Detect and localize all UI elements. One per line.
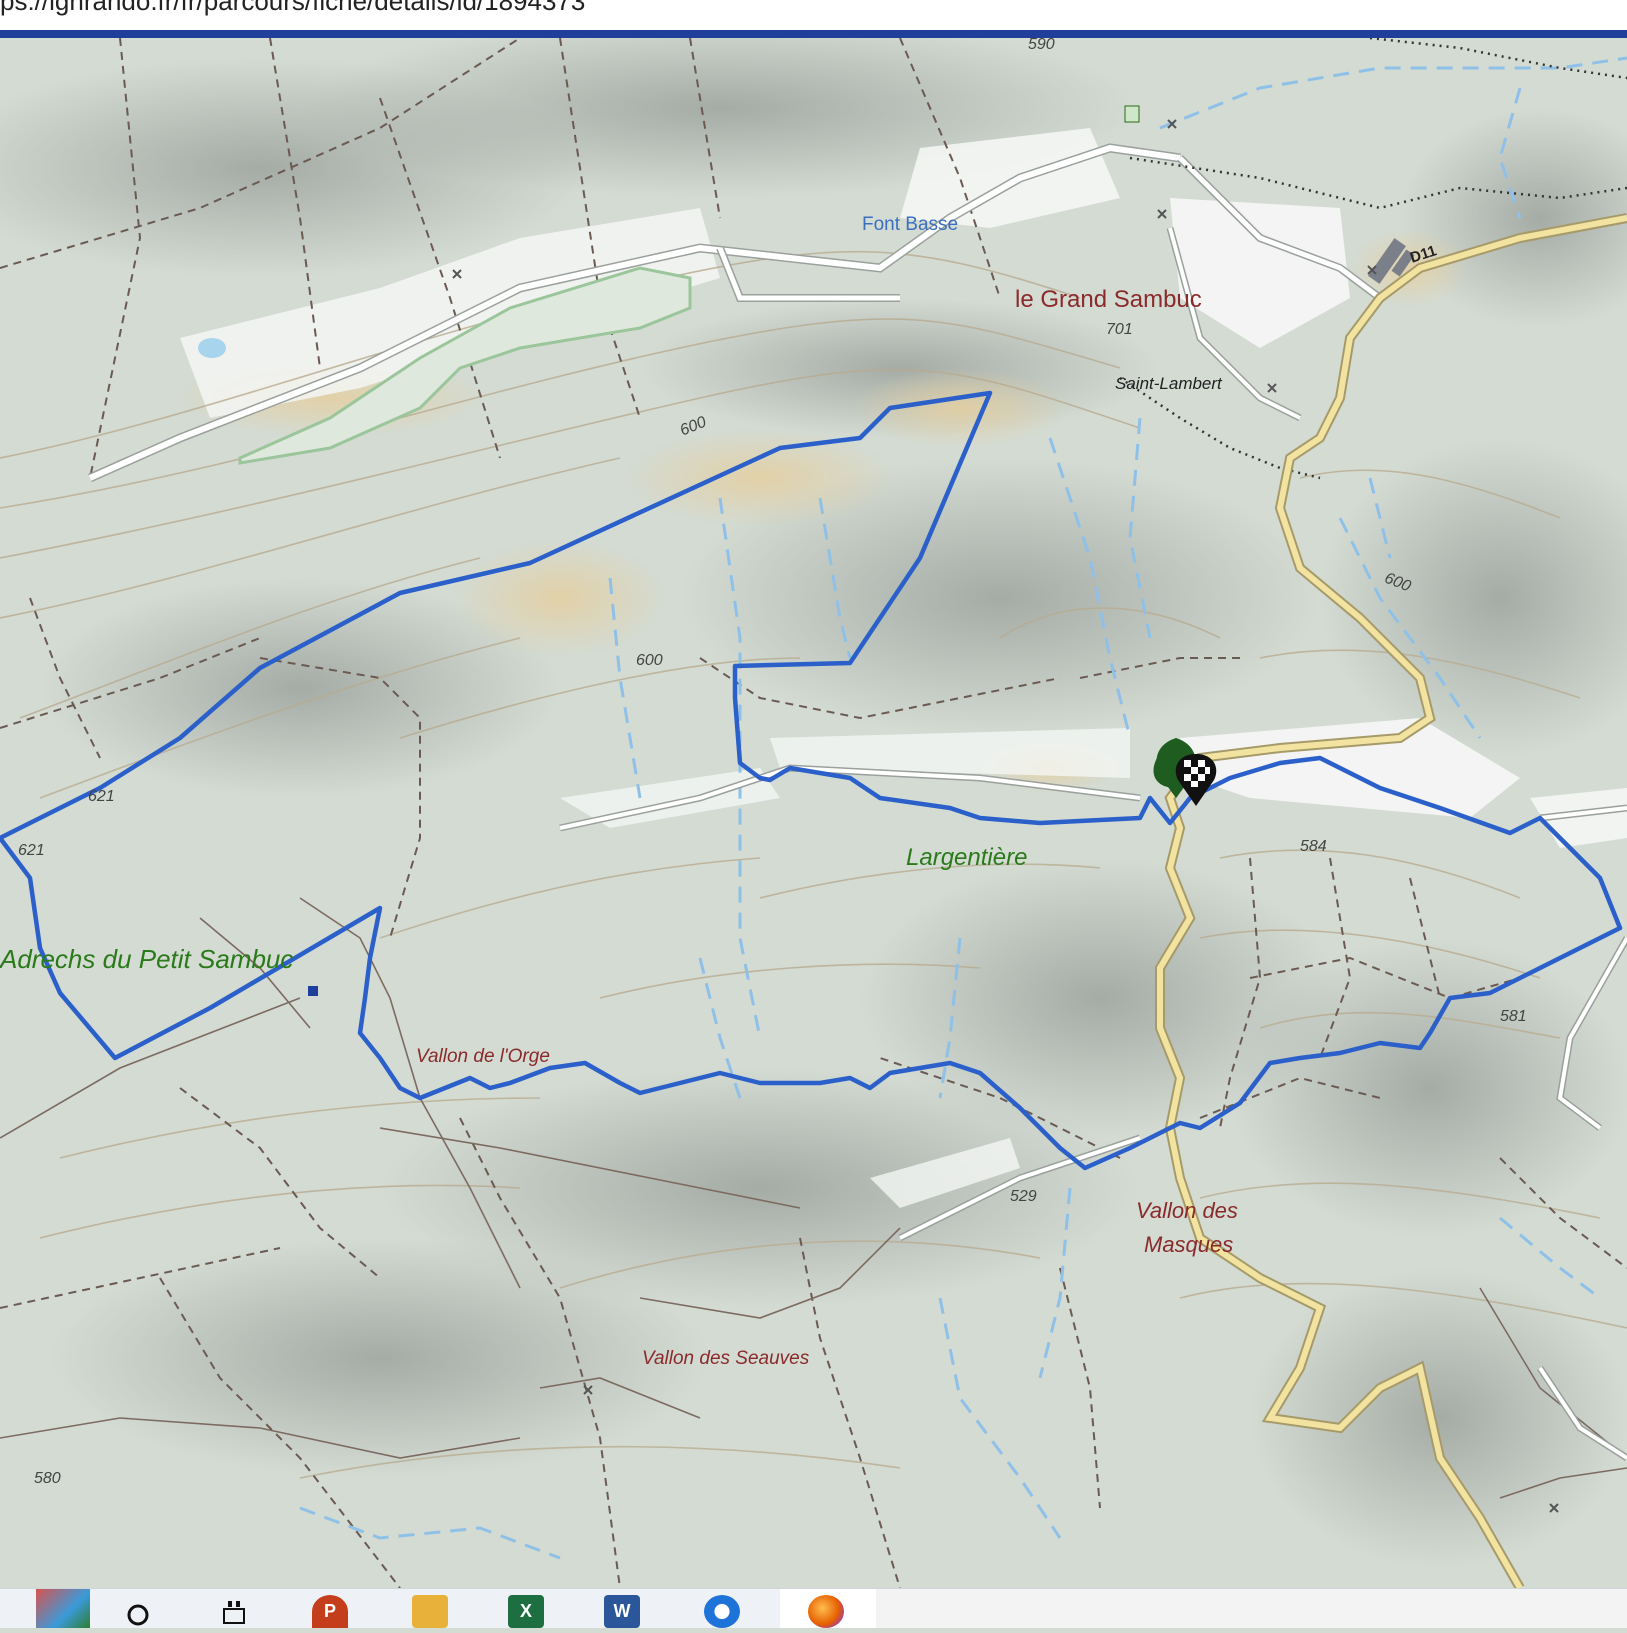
label-adrechs-petit-sambuc: Adrechs du Petit Sambuc bbox=[0, 944, 294, 974]
label-largentiere: Largentière bbox=[906, 844, 1028, 871]
task-view-icon[interactable] bbox=[216, 1595, 252, 1628]
label-vallon-des-masques-1: Vallon des bbox=[1136, 1198, 1238, 1223]
firefox-icon[interactable] bbox=[808, 1595, 844, 1628]
address-url-text[interactable]: ps://ignrando.fr/fr/parcours/fiche/detai… bbox=[0, 0, 585, 17]
pond bbox=[198, 338, 226, 358]
address-bar[interactable]: ps://ignrando.fr/fr/parcours/fiche/detai… bbox=[0, 0, 1627, 30]
address-bar-underline bbox=[0, 30, 1627, 38]
elev-529: 529 bbox=[1010, 1188, 1037, 1205]
elev-584: 584 bbox=[1300, 838, 1327, 855]
elev-701: 701 bbox=[1106, 321, 1133, 338]
elev-621-a: 621 bbox=[88, 788, 115, 805]
label-saint-lambert: Saint-Lambert bbox=[1115, 374, 1222, 393]
powerpoint-icon[interactable]: P bbox=[312, 1595, 348, 1628]
elev-590: 590 bbox=[1028, 38, 1055, 53]
start-app-icon[interactable] bbox=[36, 1589, 90, 1628]
word-icon[interactable]: W bbox=[604, 1595, 640, 1628]
label-font-basse: Font Basse bbox=[862, 214, 959, 235]
browser-edge-icon[interactable] bbox=[704, 1595, 740, 1628]
elev-621-b: 621 bbox=[18, 842, 45, 859]
label-vallon-des-masques-2: Masques bbox=[1144, 1232, 1234, 1257]
topographic-map[interactable]: Font Basse le Grand Sambuc 701 Saint-Lam… bbox=[0, 38, 1627, 1588]
elev-581: 581 bbox=[1500, 1008, 1527, 1025]
excel-icon[interactable]: X bbox=[508, 1595, 544, 1628]
label-grand-sambuc: le Grand Sambuc bbox=[1015, 286, 1202, 313]
elev-600-mid: 600 bbox=[636, 652, 663, 669]
label-vallon-des-seauves: Vallon des Seauves bbox=[642, 1348, 810, 1369]
elev-580: 580 bbox=[34, 1470, 61, 1487]
taskbar-empty-area bbox=[876, 1589, 1627, 1628]
taskbar: P X W bbox=[0, 1588, 1627, 1628]
poi-square-icon[interactable] bbox=[308, 986, 318, 996]
map-canvas[interactable] bbox=[0, 38, 1627, 1588]
search-icon[interactable] bbox=[120, 1595, 156, 1628]
label-vallon-orge: Vallon de l'Orge bbox=[416, 1046, 550, 1067]
file-explorer-icon[interactable] bbox=[412, 1595, 448, 1628]
